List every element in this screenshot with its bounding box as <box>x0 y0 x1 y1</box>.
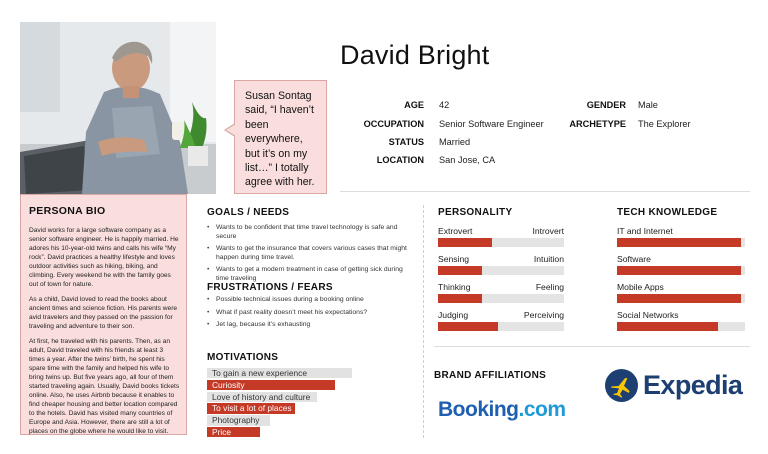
tech-bar: IT and Internet <box>617 226 745 247</box>
archetype-value: The Explorer <box>638 119 691 129</box>
status-label: STATUS <box>388 137 424 147</box>
motivation-label: Price <box>207 426 260 438</box>
expedia-wordmark: Expedia <box>643 370 743 400</box>
persona-bio-panel: PERSONA BIO David works for a large soft… <box>20 194 187 435</box>
personality-slider: Thinking Feeling <box>438 282 564 303</box>
trait-left-label: Extrovert <box>438 226 473 236</box>
trait-track <box>438 294 564 303</box>
tech-fill <box>617 322 718 331</box>
motivations-title: MOTIVATIONS <box>207 352 279 363</box>
tech-bar: Software <box>617 254 745 275</box>
tech-label: IT and Internet <box>617 226 673 236</box>
expedia-plane-icon <box>605 369 638 402</box>
tech-bar: Mobile Apps <box>617 282 745 303</box>
booking-com-text: com <box>523 398 566 421</box>
trait-right-label: Feeling <box>535 282 564 292</box>
trait-fill <box>438 294 482 303</box>
motivation-label: To visit a lot of places <box>207 403 295 414</box>
status-value: Married <box>439 137 471 147</box>
trait-right-label: Introvert <box>532 226 564 236</box>
motivation-item: Curiosity <box>207 379 382 392</box>
trait-track <box>438 322 564 331</box>
quote-bubble: Susan Sontag said, “I haven’t been every… <box>224 80 327 194</box>
location-value: San Jose, CA <box>439 155 496 165</box>
location-label: LOCATION <box>376 155 424 165</box>
trait-fill <box>438 266 482 275</box>
motivation-item: To visit a lot of places <box>207 403 382 415</box>
tech-track <box>617 294 745 303</box>
goals-list: Wants to be confident that time travel t… <box>207 224 407 288</box>
tech-fill <box>617 294 741 303</box>
tech-label: Mobile Apps <box>617 282 664 292</box>
frustrations-list: Possible technical issues during a booki… <box>207 296 407 334</box>
tech-bar: Social Networks <box>617 310 745 331</box>
divider-vertical <box>423 205 424 438</box>
archetype-label: ARCHETYPE <box>569 119 626 129</box>
trait-track <box>438 266 564 275</box>
trait-left-label: Judging <box>438 310 469 320</box>
tech-track <box>617 322 745 331</box>
booking-logo: Booking.com <box>438 398 566 422</box>
tech-fill <box>617 266 741 275</box>
personality-title: PERSONALITY <box>438 207 513 218</box>
motivation-item: Love of history and culture <box>207 391 382 404</box>
trait-fill <box>438 322 498 331</box>
frustration-item: What if past reality doesn’t meet his ex… <box>207 309 407 318</box>
tech-fill <box>617 238 741 247</box>
age-label: AGE <box>404 100 424 110</box>
persona-name: David Bright <box>340 40 490 70</box>
personality-slider: Extrovert Introvert <box>438 226 564 247</box>
gender-label: GENDER <box>586 100 626 110</box>
personality-slider: Sensing Intuition <box>438 254 564 275</box>
trait-fill <box>438 238 492 247</box>
bio-paragraph: As a child, David loved to read the book… <box>29 296 178 330</box>
goal-item: Wants to be confident that time travel t… <box>207 224 407 241</box>
divider-brands <box>434 346 750 347</box>
tech-track <box>617 266 745 275</box>
frustration-item: Jet lag, because it’s exhausting <box>207 321 407 330</box>
motivations-list: To gain a new experience Curiosity Love of… <box>207 368 382 439</box>
trait-track <box>438 238 564 247</box>
motivation-label: Photography <box>207 415 270 426</box>
motivation-label: To gain a new experience <box>207 368 352 379</box>
personality-slider: Judging Perceiving <box>438 310 564 331</box>
trait-left-label: Thinking <box>438 282 471 292</box>
quote-text: Susan Sontag said, “I haven’t been every… <box>245 90 315 189</box>
trait-right-label: Intuition <box>533 254 564 264</box>
motivation-label: Curiosity <box>207 379 335 391</box>
goals-title: GOALS / NEEDS <box>207 207 290 218</box>
frustration-item: Possible technical issues during a booki… <box>207 296 407 305</box>
brands-title: BRAND AFFILIATIONS <box>434 370 547 381</box>
bio-paragraph: David works for a large software company… <box>29 227 179 288</box>
motivation-item: Price <box>207 426 382 439</box>
persona-bio-title: PERSONA BIO <box>29 205 106 217</box>
tech-label: Software <box>617 254 651 264</box>
booking-main-text: Booking <box>438 398 519 421</box>
tech-label: Social Networks <box>617 310 679 320</box>
divider-top <box>340 191 750 192</box>
expedia-logo: Expedia <box>605 368 755 408</box>
goal-item: Wants to get the insurance that covers v… <box>207 245 407 262</box>
motivation-item: To gain a new experience <box>207 368 382 380</box>
motivation-item: Photography <box>207 415 382 427</box>
trait-right-label: Perceiving <box>523 310 564 320</box>
occupation-label: OCCUPATION <box>363 119 424 129</box>
goal-item: Wants to get a modern treatment in case … <box>207 266 407 283</box>
frustrations-title: FRUSTRATIONS / FEARS <box>207 282 333 293</box>
gender-value: Male <box>638 100 658 110</box>
occupation-value: Senior Software Engineer <box>439 119 544 129</box>
trait-left-label: Sensing <box>438 254 470 264</box>
tech-title: TECH KNOWLEDGE <box>617 207 718 218</box>
persona-photo <box>20 22 216 194</box>
tech-track <box>617 238 745 247</box>
motivation-label: Love of history and culture <box>207 391 317 402</box>
age-value: 42 <box>439 100 450 110</box>
bio-paragraph: At first, he traveled with his parents. … <box>29 338 180 435</box>
